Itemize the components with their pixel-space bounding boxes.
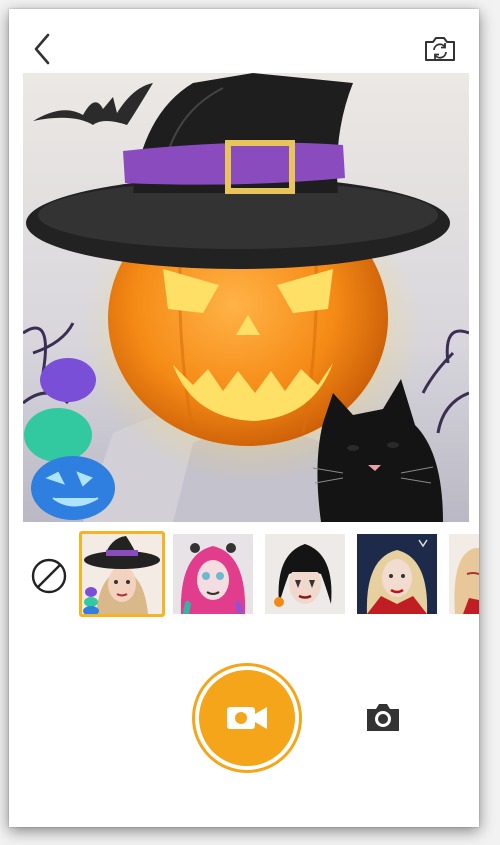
back-button[interactable] (27, 31, 57, 67)
record-video-button[interactable] (195, 666, 299, 770)
filter-item-vampire[interactable] (357, 534, 437, 614)
witch-filter-thumbnail (82, 534, 162, 614)
camera-flip-icon (425, 37, 455, 61)
filter-item-devil[interactable] (449, 534, 479, 614)
pink-hair-filter-thumbnail (173, 534, 253, 614)
vampire-filter-thumbnail (357, 534, 437, 614)
flip-camera-button[interactable] (423, 35, 457, 63)
top-bar (9, 9, 479, 79)
camera-icon (367, 704, 399, 731)
filter-item-gothic[interactable] (265, 534, 345, 614)
filter-item-pink-hair-skull[interactable] (173, 534, 253, 614)
no-filter-icon (31, 558, 67, 594)
take-photo-button[interactable] (365, 701, 401, 733)
app-screen (9, 9, 479, 827)
no-filter-button[interactable] (31, 558, 67, 594)
video-camera-icon (227, 707, 267, 729)
devil-filter-thumbnail (449, 534, 479, 614)
gothic-filter-thumbnail (265, 534, 345, 614)
filter-strip (9, 531, 479, 621)
filter-item-witch[interactable] (79, 531, 165, 617)
camera-preview[interactable] (23, 73, 469, 522)
chevron-left-icon (34, 33, 50, 65)
halloween-effect-image (23, 73, 469, 522)
